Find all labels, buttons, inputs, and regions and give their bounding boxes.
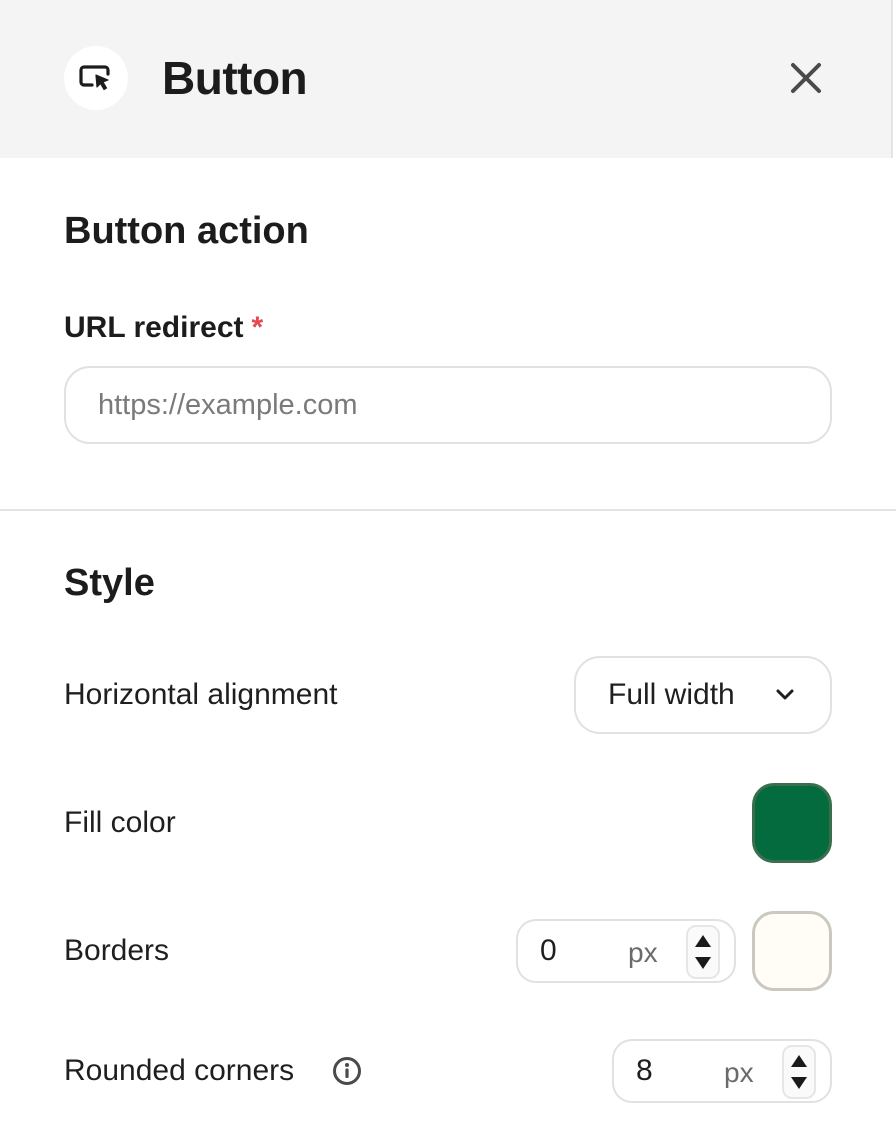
border-width-unit: px bbox=[628, 937, 658, 968]
button-action-heading: Button action bbox=[64, 210, 309, 252]
decrement-arrow-icon[interactable] bbox=[790, 1076, 808, 1090]
info-icon[interactable] bbox=[332, 1056, 362, 1086]
horizontal-alignment-label: Horizontal alignment bbox=[64, 678, 338, 711]
chevron-down-icon bbox=[776, 689, 794, 700]
corner-radius-unit: px bbox=[724, 1057, 754, 1088]
close-button[interactable] bbox=[782, 54, 830, 102]
border-width-stepper-controls bbox=[686, 925, 720, 979]
cursor-click-icon bbox=[64, 46, 128, 110]
increment-arrow-icon[interactable] bbox=[694, 934, 712, 948]
rounded-corners-label: Rounded corners bbox=[64, 1054, 295, 1087]
corner-radius-stepper[interactable]: 8 px bbox=[612, 1039, 832, 1103]
horizontal-alignment-value: Full width bbox=[608, 678, 735, 711]
increment-arrow-icon[interactable] bbox=[790, 1054, 808, 1068]
url-redirect-label: URL redirect * bbox=[64, 308, 263, 348]
panel-header: Button bbox=[0, 0, 893, 158]
url-redirect-input[interactable] bbox=[64, 366, 832, 444]
style-heading: Style bbox=[64, 562, 155, 604]
panel-title: Button bbox=[162, 52, 308, 104]
fill-color-label: Fill color bbox=[64, 806, 176, 839]
border-color-swatch[interactable] bbox=[752, 911, 832, 991]
section-divider bbox=[0, 509, 896, 511]
url-redirect-label-text: URL redirect bbox=[64, 311, 244, 344]
fill-color-swatch[interactable] bbox=[752, 783, 832, 863]
corner-radius-stepper-controls bbox=[782, 1045, 816, 1099]
corner-radius-value: 8 bbox=[636, 1054, 653, 1087]
border-width-value: 0 bbox=[540, 934, 557, 967]
horizontal-alignment-select[interactable]: Full width bbox=[574, 656, 832, 734]
close-icon bbox=[791, 63, 821, 93]
decrement-arrow-icon[interactable] bbox=[694, 956, 712, 970]
required-marker: * bbox=[251, 311, 264, 344]
borders-label: Borders bbox=[64, 934, 170, 967]
border-width-stepper[interactable]: 0 px bbox=[516, 919, 736, 983]
